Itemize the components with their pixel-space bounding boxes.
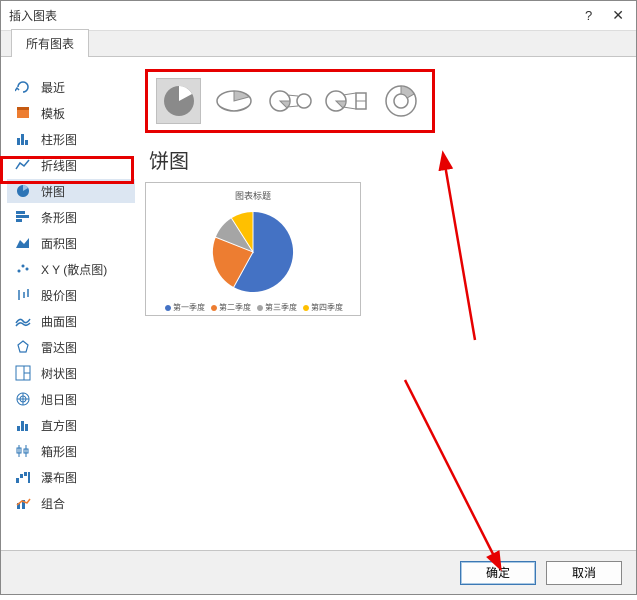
- sidebar-item-label: 最近: [41, 79, 65, 96]
- pie-icon: [15, 183, 31, 199]
- sidebar-item-label: 雷达图: [41, 339, 77, 356]
- surface-icon: [15, 313, 31, 329]
- area-icon: [15, 235, 31, 251]
- sunburst-icon: [15, 391, 31, 407]
- sidebar-item-label: 条形图: [41, 209, 77, 226]
- sidebar-item-stock[interactable]: 股价图: [7, 283, 135, 307]
- content-pane: 饼图 图表标题 第一季度第二季度第三季度第四季度: [135, 65, 636, 550]
- preview-legend: 第一季度第二季度第三季度第四季度: [161, 302, 345, 313]
- sidebar-item-label: 树状图: [41, 365, 77, 382]
- selected-chart-type-name: 饼图: [149, 145, 626, 174]
- pie-subtype-row: [145, 69, 435, 133]
- sidebar-item-label: 旭日图: [41, 391, 77, 408]
- templates-icon: [15, 105, 31, 121]
- chart-category-sidebar: 最近模板柱形图折线图饼图条形图面积图 X Y (散点图) 股价图曲面图雷达图树状图旭…: [1, 65, 135, 550]
- doughnut-icon: [383, 83, 419, 119]
- bar-of-pie-icon: [324, 87, 368, 115]
- sidebar-item-label: 组合: [41, 495, 65, 512]
- pie-3d-icon: [214, 86, 254, 116]
- histogram-icon: [15, 417, 31, 433]
- sidebar-item-waterfall[interactable]: 瀑布图: [7, 465, 135, 489]
- sidebar-item-combo[interactable]: 组合: [7, 491, 135, 515]
- dialog-footer: 确定 取消: [1, 550, 636, 594]
- insert-chart-dialog: 插入图表 ? ✕ 所有图表 最近模板柱形图折线图饼图条形图面积图X Y (散点图…: [0, 0, 637, 595]
- sidebar-item-label: 股价图: [41, 287, 77, 304]
- preview-title: 图表标题: [235, 189, 271, 202]
- sidebar-item-label: 折线图: [41, 157, 77, 174]
- sidebar-item-label: 柱形图: [41, 131, 77, 148]
- sidebar-item-surface[interactable]: 曲面图: [7, 309, 135, 333]
- sidebar-item-recent[interactable]: 最近: [7, 75, 135, 99]
- sidebar-item-radar[interactable]: 雷达图: [7, 335, 135, 359]
- tab-all-charts[interactable]: 所有图表: [11, 29, 89, 57]
- sidebar-item-label: X Y (散点图): [41, 261, 107, 278]
- waterfall-icon: [15, 469, 31, 485]
- subtype-doughnut[interactable]: [379, 78, 424, 124]
- xy-icon: [15, 261, 31, 277]
- sidebar-item-label: 饼图: [41, 183, 65, 200]
- tab-strip: 所有图表: [1, 31, 636, 57]
- close-button[interactable]: ✕: [608, 7, 628, 24]
- radar-icon: [15, 339, 31, 355]
- pie-of-pie-icon: [268, 87, 312, 115]
- sidebar-item-label: 面积图: [41, 235, 77, 252]
- help-button[interactable]: ?: [585, 8, 592, 23]
- subtype-3d-pie[interactable]: [211, 78, 256, 124]
- treemap-icon: [15, 365, 31, 381]
- column-icon: [15, 131, 31, 147]
- sidebar-item-treemap[interactable]: 树状图: [7, 361, 135, 385]
- sidebar-item-pie[interactable]: 饼图: [7, 179, 135, 203]
- titlebar: 插入图表 ? ✕: [1, 1, 636, 31]
- preview-pie-wrap: [208, 204, 298, 300]
- window-title: 插入图表: [9, 7, 585, 24]
- sidebar-item-boxwhisker[interactable]: 箱形图: [7, 439, 135, 463]
- recent-icon: [15, 79, 31, 95]
- sidebar-item-templates[interactable]: 模板: [7, 101, 135, 125]
- sidebar-item-line[interactable]: 折线图: [7, 153, 135, 177]
- bar-icon: [15, 209, 31, 225]
- cancel-button[interactable]: 取消: [546, 561, 622, 585]
- sidebar-item-area[interactable]: 面积图: [7, 231, 135, 255]
- stock-icon: [15, 287, 31, 303]
- subtype-bar-of-pie[interactable]: [323, 78, 369, 124]
- sidebar-item-xy[interactable]: X Y (散点图): [7, 257, 135, 281]
- sidebar-item-histogram[interactable]: 直方图: [7, 413, 135, 437]
- sidebar-item-column[interactable]: 柱形图: [7, 127, 135, 151]
- boxwhisker-icon: [15, 443, 31, 459]
- subtype-pie-of-pie[interactable]: [267, 78, 313, 124]
- line-icon: [15, 157, 31, 173]
- combo-icon: [15, 495, 31, 511]
- sidebar-item-label: 曲面图: [41, 313, 77, 330]
- sidebar-item-label: 箱形图: [41, 443, 77, 460]
- sidebar-item-label: 瀑布图: [41, 469, 77, 486]
- sidebar-item-sunburst[interactable]: 旭日图: [7, 387, 135, 411]
- sidebar-item-label: 直方图: [41, 417, 77, 434]
- sidebar-item-label: 模板: [41, 105, 65, 122]
- dialog-body: 最近模板柱形图折线图饼图条形图面积图X Y (散点图)股价图曲面图雷达图树状图旭…: [1, 57, 636, 550]
- ok-button[interactable]: 确定: [460, 561, 536, 585]
- chart-preview[interactable]: 图表标题 第一季度第二季度第三季度第四季度: [145, 182, 361, 316]
- preview-pie-chart: [208, 207, 298, 297]
- subtype-pie[interactable]: [156, 78, 201, 124]
- sidebar-item-bar[interactable]: 条形图: [7, 205, 135, 229]
- pie-icon: [161, 83, 197, 119]
